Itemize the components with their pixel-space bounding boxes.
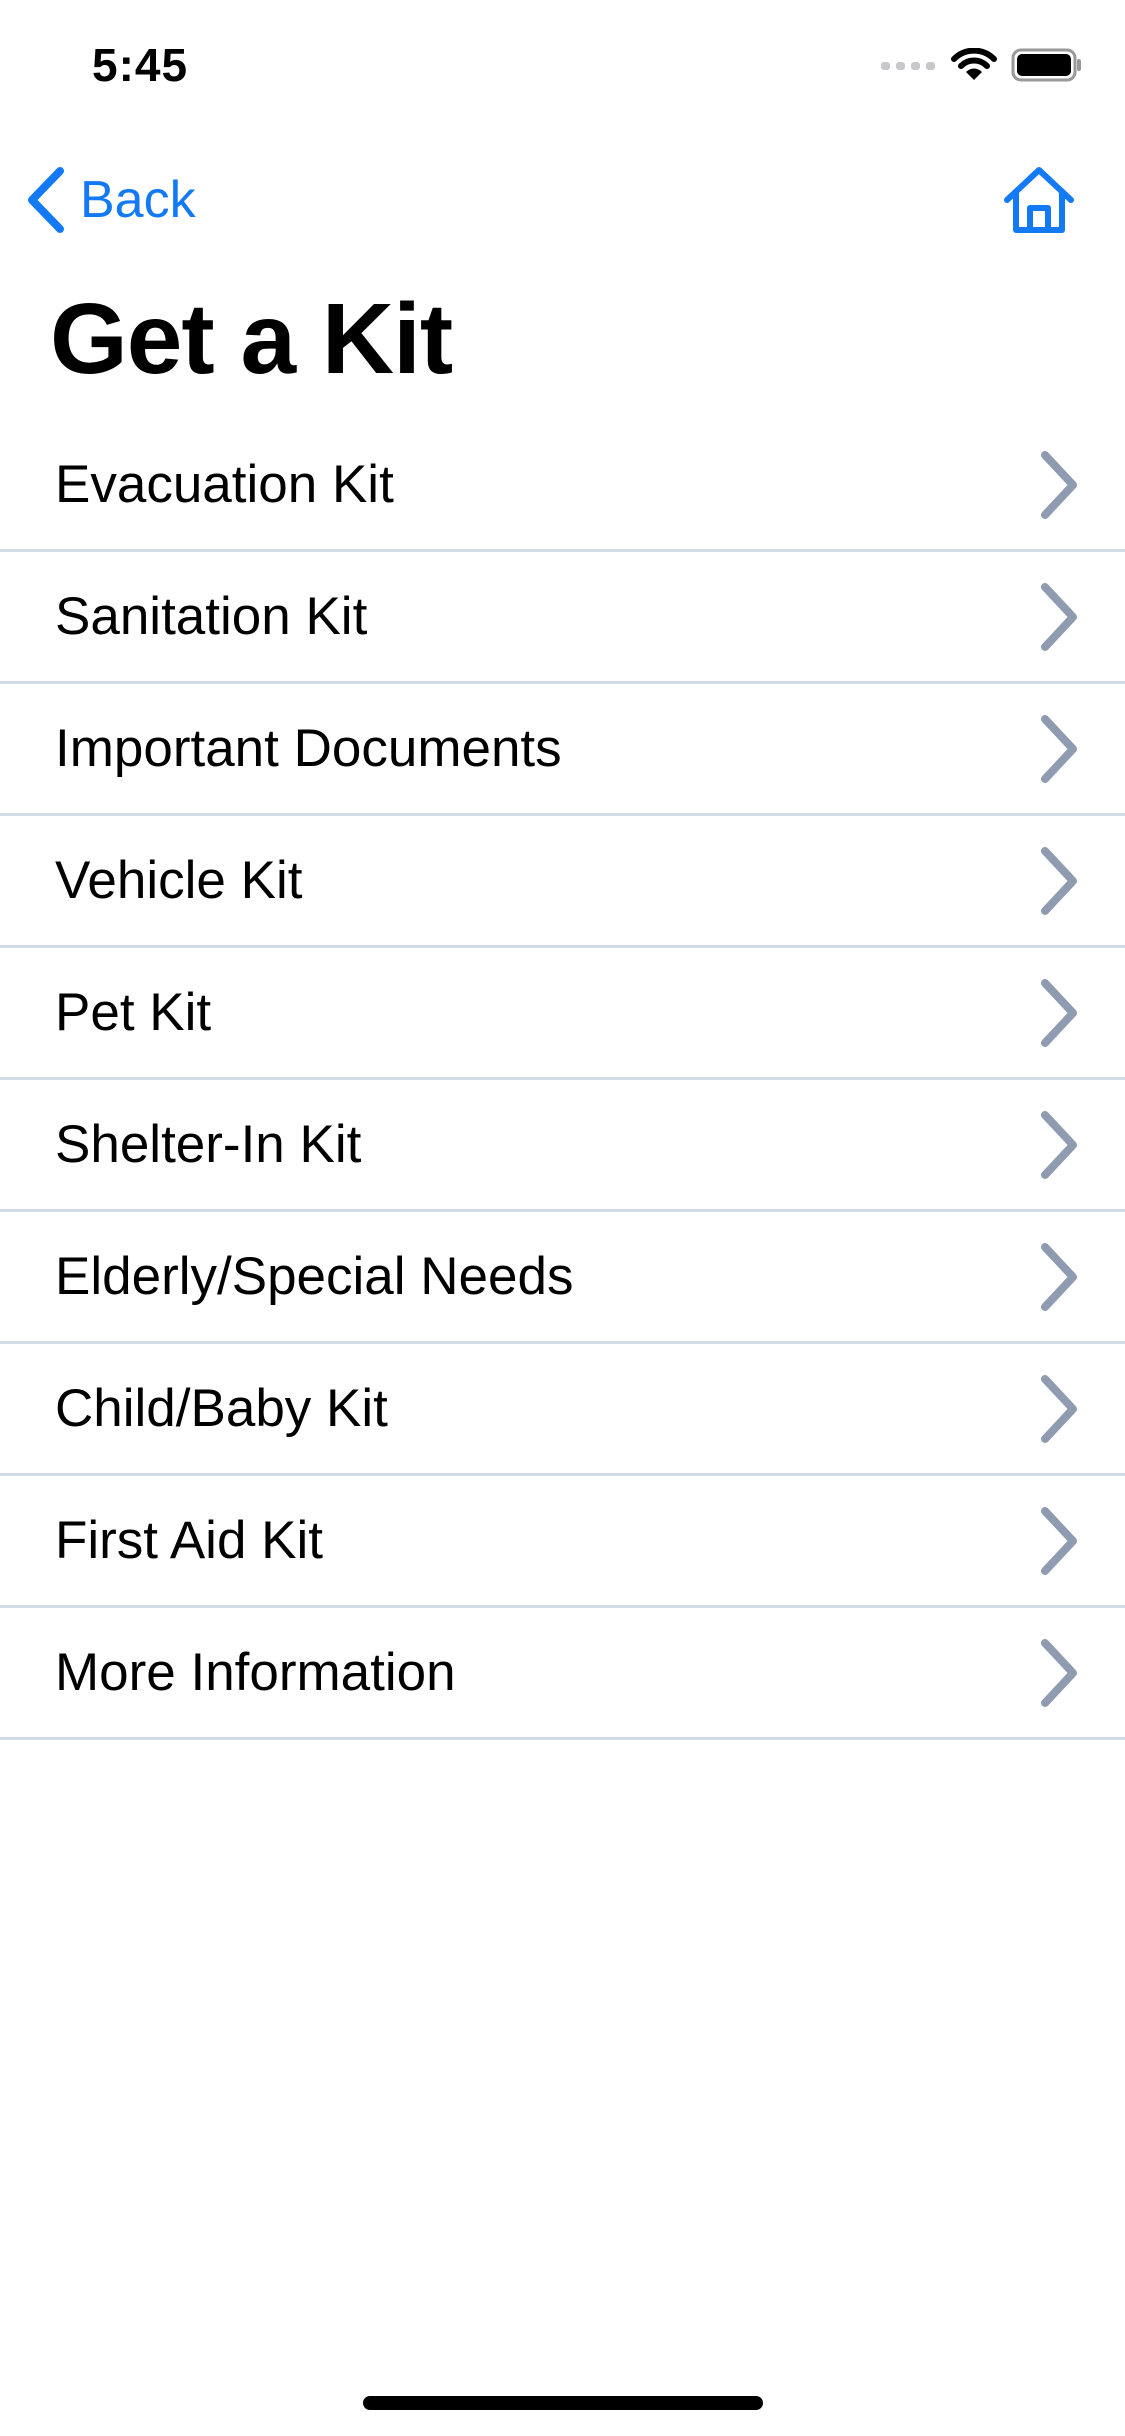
- chevron-left-icon: [28, 167, 64, 233]
- list-item-label: Pet Kit: [55, 983, 212, 1042]
- home-icon: [1004, 167, 1074, 233]
- home-indicator[interactable]: [363, 2396, 763, 2410]
- list-item-label: Elderly/Special Needs: [55, 1247, 574, 1306]
- list-item-label: Vehicle Kit: [55, 851, 303, 910]
- list-item-sanitation-kit[interactable]: Sanitation Kit: [0, 552, 1125, 684]
- wifi-icon: [951, 48, 997, 80]
- list-item-label: First Aid Kit: [55, 1511, 324, 1570]
- status-time: 5:45: [92, 39, 189, 91]
- list-item-first-aid-kit[interactable]: First Aid Kit: [0, 1476, 1125, 1608]
- kit-list: Evacuation Kit Sanitation Kit Important …: [0, 420, 1125, 1740]
- home-button[interactable]: [999, 160, 1079, 240]
- chevron-right-icon: [1041, 582, 1077, 651]
- list-item-label: Shelter-In Kit: [55, 1115, 362, 1174]
- chevron-right-icon: [1041, 846, 1077, 915]
- list-item-vehicle-kit[interactable]: Vehicle Kit: [0, 816, 1125, 948]
- chevron-right-icon: [1041, 1506, 1077, 1575]
- list-item-more-information[interactable]: More Information: [0, 1608, 1125, 1740]
- chevron-right-icon: [1041, 1374, 1077, 1443]
- list-item-label: Child/Baby Kit: [55, 1379, 388, 1438]
- back-button[interactable]: Back: [26, 160, 196, 240]
- list-item-label: Sanitation Kit: [55, 587, 368, 646]
- page-title: Get a Kit: [50, 283, 453, 395]
- list-item-shelter-in-kit[interactable]: Shelter-In Kit: [0, 1080, 1125, 1212]
- list-item-important-documents[interactable]: Important Documents: [0, 684, 1125, 816]
- battery-icon: [1011, 48, 1081, 82]
- chevron-right-icon: [1041, 1110, 1077, 1179]
- chevron-right-icon: [1041, 714, 1077, 783]
- list-item-label: More Information: [55, 1643, 456, 1702]
- list-item-evacuation-kit[interactable]: Evacuation Kit: [0, 420, 1125, 552]
- chevron-right-icon: [1041, 978, 1077, 1047]
- back-button-label: Back: [80, 171, 196, 229]
- status-bar: 5:45: [0, 0, 1125, 140]
- list-item-label: Evacuation Kit: [55, 455, 394, 514]
- list-item-child-baby-kit[interactable]: Child/Baby Kit: [0, 1344, 1125, 1476]
- list-item-pet-kit[interactable]: Pet Kit: [0, 948, 1125, 1080]
- chevron-right-icon: [1041, 450, 1077, 519]
- chevron-right-icon: [1041, 1242, 1077, 1311]
- chevron-right-icon: [1041, 1638, 1077, 1707]
- status-indicators: [881, 48, 1083, 82]
- list-item-elderly-special-needs[interactable]: Elderly/Special Needs: [0, 1212, 1125, 1344]
- list-item-label: Important Documents: [55, 719, 562, 778]
- signal-icon: [881, 62, 935, 70]
